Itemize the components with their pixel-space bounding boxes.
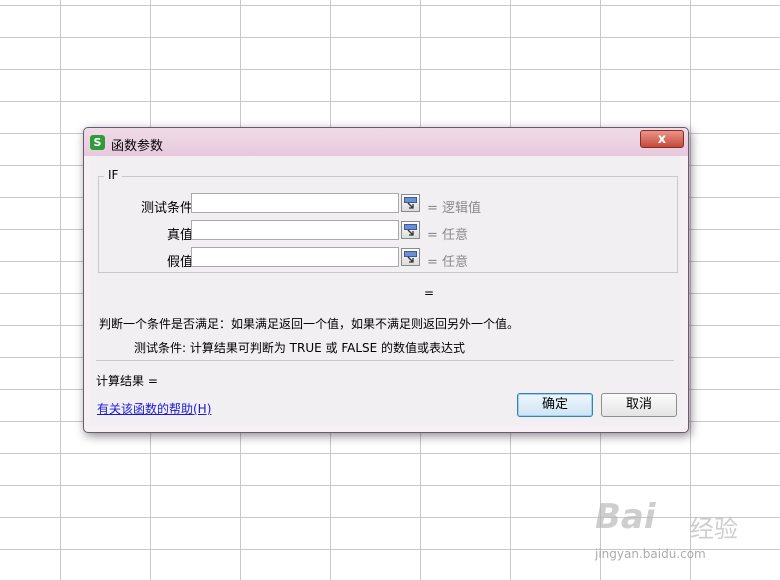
formula-result-eq: = bbox=[424, 286, 435, 300]
range-select-icon bbox=[404, 197, 417, 209]
arg-hint: = 任意 bbox=[427, 228, 469, 243]
arg-row-test-condition: 测试条件 = 逻辑值 bbox=[89, 193, 689, 216]
function-help-link[interactable]: 有关该函数的帮助(H) bbox=[97, 400, 211, 417]
function-name: IF bbox=[104, 168, 123, 182]
false-value-input[interactable] bbox=[191, 247, 399, 267]
ok-button[interactable]: 确定 bbox=[517, 393, 593, 417]
wps-app-icon: S bbox=[90, 135, 105, 150]
range-select-icon bbox=[404, 224, 417, 236]
dialog-titlebar[interactable]: S 函数参数 x bbox=[84, 128, 688, 156]
arg-hint: = 逻辑值 bbox=[427, 201, 482, 216]
test-condition-input[interactable] bbox=[191, 193, 399, 213]
watermark-brand: Bai bbox=[595, 497, 656, 537]
cancel-button[interactable]: 取消 bbox=[601, 393, 677, 417]
arg-hint: = 任意 bbox=[427, 255, 469, 270]
function-arguments-dialog: S 函数参数 x IF 测试条件 = 逻辑值 真值 = 任意 假值 = 任意 =… bbox=[83, 127, 689, 433]
range-select-icon bbox=[404, 251, 417, 263]
baidu-jingyan-watermark: Bai 经验 jingyan.baidu.com bbox=[585, 495, 775, 575]
range-select-button[interactable] bbox=[401, 221, 420, 239]
range-select-button[interactable] bbox=[401, 248, 420, 266]
arg-row-true-value: 真值 = 任意 bbox=[89, 220, 689, 243]
function-description: 判断一个条件是否满足：如果满足返回一个值，如果不满足则返回另外一个值。 bbox=[99, 317, 520, 331]
arg-label: 假值 bbox=[166, 255, 193, 270]
arg-row-false-value: 假值 = 任意 bbox=[89, 247, 689, 270]
calculation-result: 计算结果 = bbox=[96, 374, 158, 388]
range-select-button[interactable] bbox=[401, 194, 420, 212]
argument-description: 测试条件: 计算结果可判断为 TRUE 或 FALSE 的数值或表达式 bbox=[134, 341, 466, 355]
dialog-content: IF 测试条件 = 逻辑值 真值 = 任意 假值 = 任意 = 判断一个条件是否… bbox=[89, 156, 681, 426]
arg-label: 测试条件 bbox=[140, 201, 193, 216]
watermark-url: jingyan.baidu.com bbox=[595, 547, 706, 561]
true-value-input[interactable] bbox=[191, 220, 399, 240]
divider bbox=[96, 360, 674, 361]
watermark-brand-cn: 经验 bbox=[690, 515, 738, 543]
dialog-title: 函数参数 bbox=[111, 139, 164, 154]
close-button[interactable]: x bbox=[640, 130, 684, 148]
arg-label: 真值 bbox=[166, 228, 193, 243]
